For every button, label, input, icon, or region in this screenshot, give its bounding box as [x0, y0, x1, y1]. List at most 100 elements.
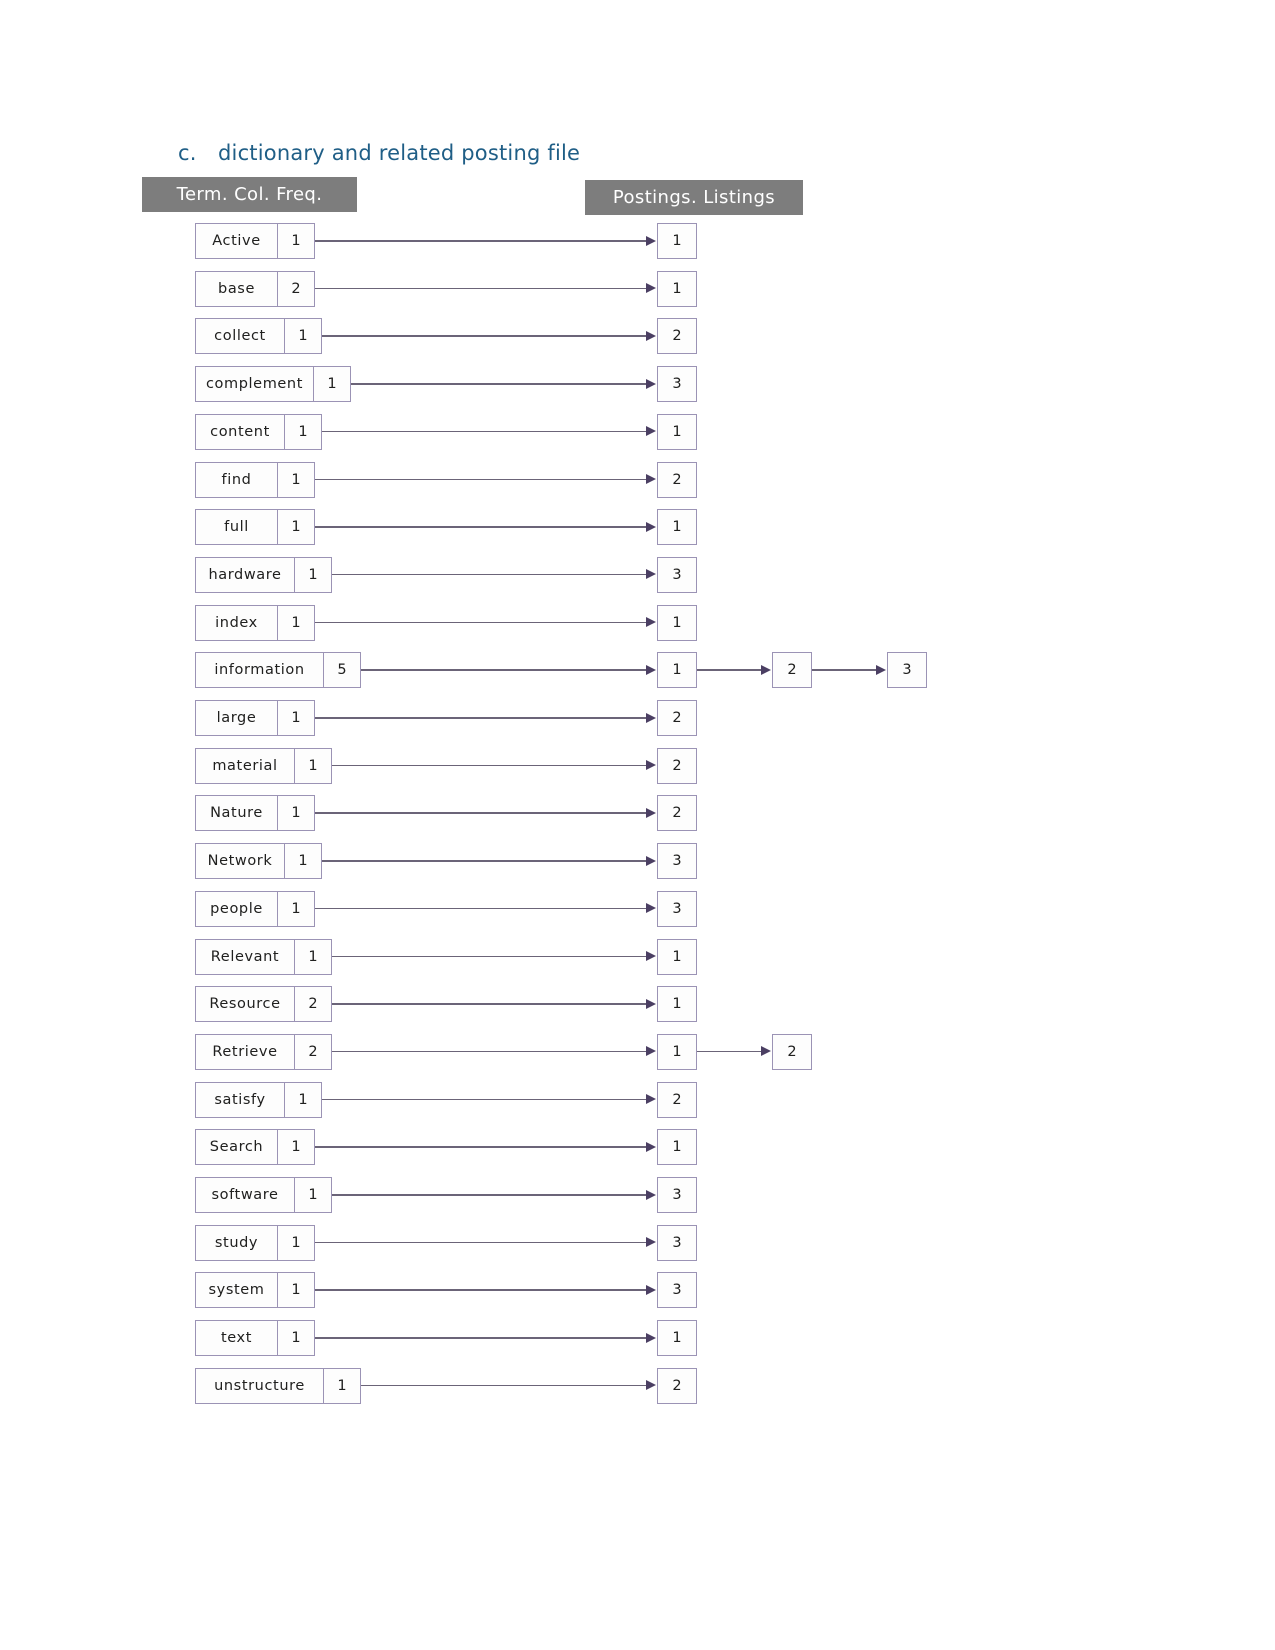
arrow-head-icon — [761, 664, 771, 675]
arrow-head-icon — [646, 617, 656, 628]
term-entry[interactable]: Retrieve 2 — [195, 1033, 332, 1070]
term-entry[interactable]: find 1 — [195, 461, 315, 498]
table-row: satisfy 1 2 — [0, 1081, 1275, 1118]
posting-box[interactable]: 3 — [657, 1224, 697, 1261]
term-frequency: 1 — [308, 757, 318, 774]
posting-box[interactable]: 1 — [657, 270, 697, 307]
term-frequency: 1 — [298, 853, 308, 870]
term-label: people — [196, 891, 278, 926]
term-entry[interactable]: people 1 — [195, 890, 315, 927]
table-row: index 1 1 — [0, 604, 1275, 641]
posting-box[interactable]: 1 — [657, 986, 697, 1023]
term-entry[interactable]: collect 1 — [195, 318, 322, 355]
term-frequency: 1 — [337, 1377, 347, 1394]
term-entry[interactable]: material 1 — [195, 747, 332, 784]
term-entry[interactable]: hardware 1 — [195, 556, 332, 593]
arrow-head-icon — [646, 664, 656, 675]
term-label: Resource — [196, 987, 295, 1022]
term-entry[interactable]: Resource 2 — [195, 986, 332, 1023]
term-entry[interactable]: Active 1 — [195, 223, 315, 259]
posting-box[interactable]: 2 — [657, 461, 697, 498]
posting-box[interactable]: 2 — [772, 652, 812, 689]
posting-box[interactable]: 1 — [657, 604, 697, 641]
term-frequency: 1 — [298, 423, 308, 440]
term-entry[interactable]: text 1 — [195, 1320, 315, 1357]
term-frequency: 1 — [327, 376, 337, 393]
posting-box[interactable]: 1 — [657, 413, 697, 450]
arrow-head-icon — [646, 760, 656, 771]
header-term-col-freq: Term. Col. Freq. — [143, 178, 356, 211]
term-label: find — [196, 462, 278, 497]
posting-box[interactable]: 1 — [657, 1033, 697, 1070]
posting-connector-line — [322, 430, 646, 433]
posting-box[interactable]: 3 — [887, 652, 927, 689]
term-label: satisfy — [196, 1082, 285, 1117]
term-frequency: 1 — [291, 471, 301, 488]
term-label: Active — [196, 224, 278, 258]
term-entry[interactable]: index 1 — [195, 604, 315, 641]
posting-box[interactable]: 1 — [657, 223, 697, 259]
arrow-head-icon — [646, 283, 656, 294]
table-row: software 1 3 — [0, 1177, 1275, 1213]
posting-box[interactable]: 3 — [657, 1177, 697, 1213]
term-frequency: 1 — [308, 1187, 318, 1203]
figure-caption: c. dictionary and related posting file — [178, 141, 580, 165]
posting-box[interactable]: 2 — [657, 318, 697, 355]
table-row: Active 1 1 — [0, 223, 1275, 259]
posting-box[interactable]: 3 — [657, 556, 697, 593]
term-frequency: 1 — [291, 1282, 301, 1299]
arrow-head-icon — [876, 664, 886, 675]
posting-box[interactable]: 3 — [657, 1272, 697, 1309]
posting-connector-line — [332, 955, 646, 958]
posting-box[interactable]: 2 — [657, 1081, 697, 1118]
term-label: software — [196, 1178, 295, 1212]
term-frequency: 1 — [291, 710, 301, 726]
posting-box[interactable]: 1 — [657, 938, 697, 975]
table-row: study 1 3 — [0, 1224, 1275, 1261]
posting-box[interactable]: 3 — [657, 366, 697, 403]
posting-box[interactable]: 1 — [657, 509, 697, 546]
term-entry[interactable]: satisfy 1 — [195, 1081, 322, 1118]
term-entry[interactable]: base 2 — [195, 270, 315, 307]
term-entry[interactable]: complement 1 — [195, 366, 351, 403]
posting-box[interactable]: 2 — [657, 1367, 697, 1404]
term-label: Retrieve — [196, 1034, 295, 1069]
term-label: text — [196, 1321, 278, 1356]
term-entry[interactable]: Nature 1 — [195, 795, 315, 832]
posting-box[interactable]: 1 — [657, 652, 697, 689]
posting-chain-line — [812, 669, 876, 671]
posting-box[interactable]: 2 — [657, 700, 697, 736]
term-entry[interactable]: information 5 — [195, 652, 361, 689]
posting-box[interactable]: 3 — [657, 890, 697, 927]
term-entry[interactable]: large 1 — [195, 700, 315, 736]
posting-box[interactable]: 2 — [657, 795, 697, 832]
term-entry[interactable]: software 1 — [195, 1177, 332, 1213]
arrow-head-icon — [761, 1046, 771, 1057]
term-frequency: 2 — [308, 996, 318, 1013]
term-frequency: 1 — [291, 233, 301, 249]
term-label: large — [196, 701, 278, 735]
posting-connector-line — [361, 669, 646, 671]
term-entry[interactable]: unstructure 1 — [195, 1367, 361, 1404]
posting-box[interactable]: 1 — [657, 1320, 697, 1357]
posting-box[interactable]: 3 — [657, 843, 697, 880]
term-entry[interactable]: full 1 — [195, 509, 315, 546]
caption-text: dictionary and related posting file — [218, 141, 581, 165]
posting-box[interactable]: 2 — [772, 1033, 812, 1070]
table-row: full 1 1 — [0, 509, 1275, 546]
table-row: Retrieve 2 1 2 — [0, 1033, 1275, 1070]
term-label: base — [196, 271, 278, 306]
posting-connector-line — [315, 1289, 646, 1291]
term-entry[interactable]: Network 1 — [195, 843, 322, 880]
term-entry[interactable]: Relevant 1 — [195, 938, 332, 975]
arrow-head-icon — [646, 1332, 656, 1343]
term-label: content — [196, 414, 285, 449]
posting-box[interactable]: 2 — [657, 747, 697, 784]
posting-connector-line — [315, 1146, 646, 1148]
term-entry[interactable]: system 1 — [195, 1272, 315, 1309]
term-entry[interactable]: content 1 — [195, 413, 322, 450]
term-entry[interactable]: study 1 — [195, 1224, 315, 1261]
term-entry[interactable]: Search 1 — [195, 1129, 315, 1166]
posting-box[interactable]: 1 — [657, 1129, 697, 1166]
table-row: Search 1 1 — [0, 1129, 1275, 1166]
